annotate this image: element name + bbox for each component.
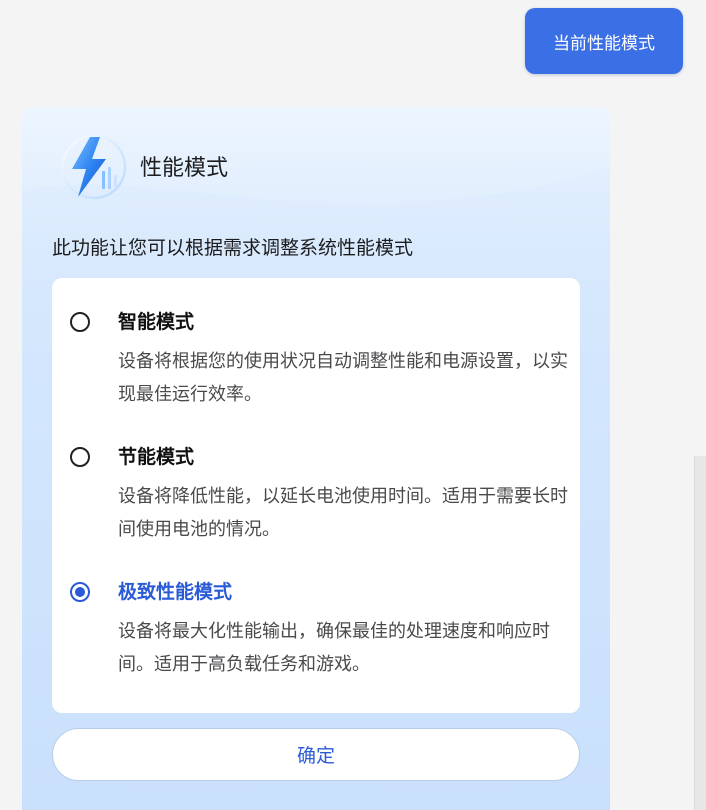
card-title: 性能模式 <box>140 156 229 181</box>
card-subtitle: 此功能让您可以根据需求调整系统性能模式 <box>52 237 414 259</box>
option-title: 节能模式 <box>118 446 195 468</box>
confirm-button[interactable]: 确定 <box>52 728 580 781</box>
scrollbar-track[interactable] <box>694 456 706 810</box>
option-description: 设备将最大化性能输出，确保最佳的处理速度和响应时间。适用于高负载任务和游戏。 <box>118 621 550 675</box>
option-title: 极致性能模式 <box>118 581 233 603</box>
performance-mode-card: 性能模式 此功能让您可以根据需求调整系统性能模式 智能模式 设备将根据您的使用状… <box>22 107 610 810</box>
option-title: 智能模式 <box>118 311 195 333</box>
radio-extreme-performance-mode[interactable] <box>70 582 90 602</box>
lightning-bolt-icon <box>61 134 127 200</box>
option-description: 设备将根据您的使用状况自动调整性能和电源设置，以实现最佳运行效率。 <box>118 351 568 405</box>
current-performance-mode-button[interactable]: 当前性能模式 <box>525 8 683 74</box>
radio-smart-mode[interactable] <box>70 312 90 332</box>
option-description: 设备将降低性能，以延长电池使用时间。适用于需要长时间使用电池的情况。 <box>118 486 568 540</box>
card-header: 性能模式 <box>60 131 228 201</box>
radio-power-saving-mode[interactable] <box>70 447 90 467</box>
mode-options-panel: 智能模式 设备将根据您的使用状况自动调整性能和电源设置，以实现最佳运行效率。 节… <box>52 278 580 713</box>
page: 当前性能模式 性能模式 此功能让您可以根据需求调整系统性能模式 智能模式 设备将… <box>0 0 706 810</box>
